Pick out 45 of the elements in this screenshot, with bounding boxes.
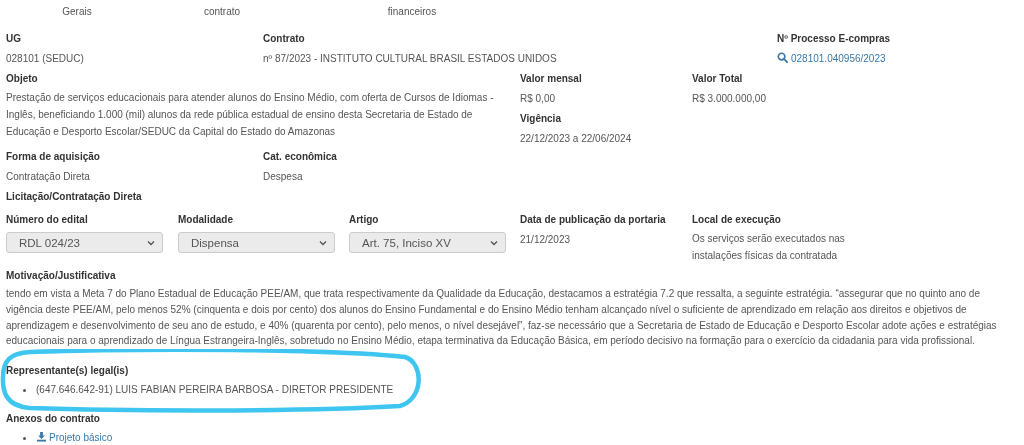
field-value: Os serviços serão executados nas instalações físicas da contratada <box>692 232 846 263</box>
section-heading: Licitação/Contratação Direta <box>6 190 143 204</box>
field-value: 028101 (SEDUC) <box>6 52 85 66</box>
field-label: UG <box>6 32 22 46</box>
field-label: Local de execução <box>692 213 782 227</box>
search-icon <box>777 52 788 63</box>
justification-text: tendo em vista a Meta 7 do Plano Estadual de Educação PEE/AM, que trata respectivamente da Qualidade da Educação, destacamos a estratégia 7.2 que ressalta, a seguinte estratégia. “assegurar que no quinto ano de vigência deste PEE/AM, pelo menos 52% (cinquenta e dois por cento) dos alunos do Ensino Fundamental e do Ensino Médio tenham alcançado nível o suficiente de aprendizado em relação aos direitos e objetivos de aprendizagem e desenvolvimento de seu ano de estudo, e 40% (quarenta por cento), pelo menos, o nível desejável”, faz-se necessário que a Secretaria de Estado de Educação e Desporto Escolar adote ações e estratégias educacionais para o aprendizado de Língua Estrangeira-Inglês, sobretudo no Ensino Médio, etapa terminativa da Educação Básica, em período decisivo na formação para o exercício da cidadania para vida profissional. <box>6 287 998 349</box>
field-label: Valor Total <box>692 72 744 86</box>
field-label: Vigência <box>520 112 562 126</box>
field-label: Valor mensal <box>520 72 583 86</box>
section-heading: Anexos do contrato <box>6 412 101 427</box>
field-label: Cat. econômica <box>263 150 338 164</box>
bullet-icon <box>23 436 26 440</box>
field-value: R$ 3.000.000,00 <box>692 92 767 106</box>
attachment-link[interactable]: Projeto básico <box>36 429 113 445</box>
caret-icon <box>490 239 498 246</box>
process-link[interactable]: 028101.040956/2023 <box>777 49 886 69</box>
caret-icon <box>147 239 155 246</box>
field-label: Modalidade <box>178 213 234 227</box>
field-value: 22/12/2023 a 22/06/2024 <box>520 132 633 146</box>
caret-icon <box>319 239 327 246</box>
field-label: Objeto <box>6 72 39 86</box>
field-value: R$ 0,00 <box>520 92 557 106</box>
field-label: Número do edital <box>6 213 89 227</box>
field-label: Artigo <box>349 213 380 227</box>
field-label: Nº Processo E-compras <box>777 32 892 46</box>
field-value: Despesa <box>263 170 304 184</box>
field-label: Forma de aquisição <box>6 150 101 164</box>
dropdown[interactable]: Dispensa <box>178 232 335 253</box>
dropdown[interactable]: RDL 024/23 <box>6 232 163 253</box>
field-value: nº 87/2023 - INSTITUTO CULTURAL BRASIL ESTADOS UNIDOS <box>263 52 558 66</box>
tab[interactable]: financeiros <box>296 4 528 20</box>
field-value: Prestação de serviços educacionais para atender alunos do Ensino Médio, com oferta de Cursos de Idiomas - Inglês, beneficiando 1.000 (mil) alunos da rede pública estadual de ensino desta Secretaria de Estado de Educação e Desporto Escolar/SEDUC da Capital do Estado do Amazonas <box>6 91 495 139</box>
download-icon <box>36 431 47 443</box>
field-label: Contrato <box>263 32 306 46</box>
tab[interactable]: contrato <box>148 4 296 20</box>
field-value: Contratação Direta <box>6 170 91 184</box>
tab[interactable]: Gerais <box>6 4 148 20</box>
section-heading: Motivação/Justificativa <box>6 269 117 283</box>
representative-item: (647.646.642-91) LUIS FABIAN PEREIRA BARBOSA - DIRETOR PRESIDENTE <box>36 383 394 398</box>
field-label: Data de publicação da portaria <box>520 213 667 227</box>
bullet-icon <box>23 388 26 392</box>
dropdown[interactable]: Art. 75, Inciso XV <box>349 232 506 253</box>
field-value: 21/12/2023 <box>520 233 572 247</box>
section-heading: Representante(s) legal(is) <box>6 364 130 379</box>
